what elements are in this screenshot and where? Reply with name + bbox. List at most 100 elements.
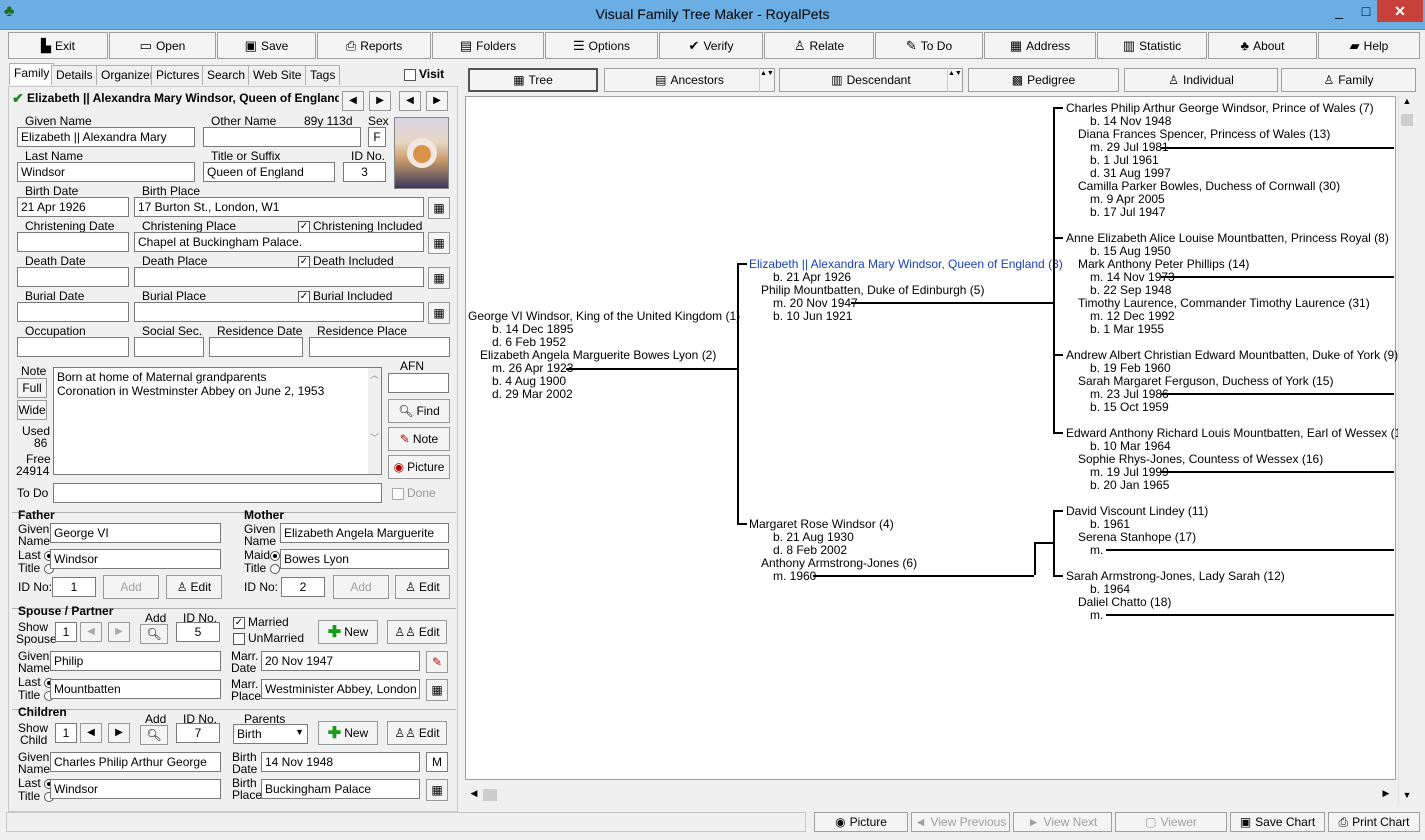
marriage-note-button[interactable]: ✎ [426, 651, 448, 673]
last-name-field[interactable]: Windsor [17, 162, 195, 182]
residence-date-field[interactable] [209, 337, 303, 357]
spouse-edit-button[interactable]: ♙♙ Edit [387, 620, 447, 644]
tree-entry[interactable]: Anne Elizabeth Alice Louise Mountbatten,… [1066, 231, 1389, 245]
mother-add-button[interactable]: Add [333, 575, 389, 599]
tab-pictures[interactable]: Pictures [151, 65, 205, 85]
help-toolbar-button[interactable]: ▰ Help [1318, 32, 1420, 59]
tab-tags[interactable]: Tags [305, 65, 341, 85]
christening-included-checkbox[interactable]: ✓ Christening Included [298, 219, 422, 233]
occupation-field[interactable] [17, 337, 129, 357]
marriage-place-source-button[interactable]: ▦ [426, 679, 448, 701]
mother-id-field[interactable]: 2 [281, 577, 325, 597]
sex-field[interactable]: F [368, 127, 386, 147]
view-next-button[interactable]: ► View Next [1013, 812, 1112, 832]
spouse-prev-button[interactable]: ◀ [80, 622, 102, 642]
tree-entry[interactable]: Timothy Laurence, Commander Timothy Laur… [1078, 296, 1370, 310]
mother-given-field[interactable]: Elizabeth Angela Marguerite [280, 523, 449, 543]
tree-entry[interactable]: Sarah Margaret Ferguson, Duchess of York… [1078, 374, 1333, 388]
child-given-field[interactable]: Charles Philip Arthur George [50, 752, 221, 772]
scroll-thumb[interactable] [1401, 114, 1413, 126]
birth-date-field[interactable]: 21 Apr 1926 [17, 197, 129, 217]
father-edit-button[interactable]: ♙ Edit [166, 575, 222, 599]
relate-toolbar-button[interactable]: ♙ Relate [764, 32, 874, 59]
burial-place-field[interactable] [134, 302, 424, 322]
history-forward-button[interactable]: ▶ [426, 91, 448, 111]
maximize-button[interactable]: □ [1352, 0, 1380, 22]
chart-tab-tree[interactable]: ▦ Tree [468, 68, 598, 92]
death-included-checkbox[interactable]: ✓ Death Included [298, 254, 394, 268]
father-title-radio[interactable]: Title [18, 561, 54, 575]
spouse-title-radio[interactable]: Title [18, 688, 54, 702]
death-place-field[interactable] [134, 267, 424, 287]
title-field[interactable]: Queen of England [203, 162, 335, 182]
todo-field[interactable] [53, 483, 382, 503]
tree-entry[interactable]: Diana Frances Spencer, Princess of Wales… [1078, 127, 1330, 141]
mother-last-field[interactable]: Bowes Lyon [280, 549, 449, 569]
about-toolbar-button[interactable]: ♣ About [1208, 32, 1317, 59]
father-given-field[interactable]: George VI [50, 523, 221, 543]
tree-entry[interactable]: Serena Stanhope (17) [1078, 530, 1196, 544]
tree-entry[interactable]: David Viscount Lindey (11) [1066, 504, 1208, 518]
chart-tab-spinner[interactable]: ▲▼ [759, 68, 774, 92]
burial-included-checkbox[interactable]: ✓ Burial Included [298, 289, 392, 303]
burial-date-field[interactable] [17, 302, 129, 322]
scroll-right-icon[interactable]: ▶ [1379, 788, 1393, 802]
tree-entry[interactable]: Anthony Armstrong-Jones (6) [761, 556, 917, 570]
christening-place-source-button[interactable]: ▦ [428, 232, 450, 254]
chart-tab-spinner[interactable]: ▲▼ [947, 68, 962, 92]
father-id-field[interactable]: 1 [52, 577, 96, 597]
scroll-down-icon[interactable]: ▼ [1399, 790, 1415, 806]
chart-tab-ancestors[interactable]: ▤ Ancestors [604, 68, 775, 92]
marriage-place-field[interactable]: Westminister Abbey, London [261, 679, 420, 699]
horizontal-scrollbar[interactable]: ◀ ▶ [465, 787, 1395, 804]
tree-entry[interactable]: Elizabeth Angela Marguerite Bowes Lyon (… [480, 348, 716, 362]
save-toolbar-button[interactable]: ▣ Save [217, 32, 316, 59]
view-previous-button[interactable]: ◄ View Previous [911, 812, 1010, 832]
mother-maid-radio[interactable]: Maid [244, 548, 281, 562]
tree-entry[interactable]: Sarah Armstrong-Jones, Lady Sarah (12) [1066, 569, 1285, 583]
tab-details[interactable]: Details [51, 65, 98, 85]
address-toolbar-button[interactable]: ▦ Address [984, 32, 1096, 59]
other-name-field[interactable] [203, 127, 361, 147]
child-id-field[interactable]: 7 [176, 723, 220, 743]
open-toolbar-button[interactable]: ▭ Open [109, 32, 216, 59]
history-back-button[interactable]: ◀ [399, 91, 421, 111]
hscroll-thumb[interactable] [483, 789, 497, 801]
done-checkbox[interactable]: Done [392, 486, 436, 500]
chart-tab-individual[interactable]: ♙ Individual [1124, 68, 1278, 92]
child-prev-button[interactable]: ◀ [80, 723, 102, 743]
note-button[interactable]: ✎ Note [388, 427, 450, 451]
note-scrollbar[interactable]: ︿ ﹀ [368, 368, 381, 474]
tree-entry[interactable]: Mark Anthony Peter Phillips (14) [1078, 257, 1249, 271]
married-checkbox[interactable]: ✓ Married [233, 615, 289, 629]
tree-entry[interactable]: Philip Mountbatten, Duke of Edinburgh (5… [761, 283, 984, 297]
child-show-field[interactable]: 1 [55, 723, 77, 743]
mother-title-radio[interactable]: Title [244, 561, 280, 575]
to-do-toolbar-button[interactable]: ✎ To Do [875, 32, 983, 59]
exit-toolbar-button[interactable]: ▙ Exit [8, 32, 108, 59]
prev-person-button[interactable]: ◀ [342, 91, 364, 111]
christening-place-field[interactable]: Chapel at Buckingham Palace. [134, 232, 424, 252]
tree-entry[interactable]: Andrew Albert Christian Edward Mountbatt… [1066, 348, 1398, 362]
death-place-source-button[interactable]: ▦ [428, 267, 450, 289]
spouse-last-radio[interactable]: Last [18, 675, 55, 689]
chart-tab-pedigree[interactable]: ▩ Pedigree [968, 68, 1119, 92]
close-button[interactable]: ✕ [1377, 0, 1423, 22]
marriage-date-field[interactable]: 20 Nov 1947 [261, 651, 420, 671]
child-last-radio[interactable]: Last [18, 776, 55, 790]
person-photo[interactable] [394, 117, 449, 189]
tree-entry[interactable]: Sophie Rhys-Jones, Countess of Wessex (1… [1078, 452, 1323, 466]
tree-entry[interactable]: Elizabeth || Alexandra Mary Windsor, Que… [749, 257, 1063, 271]
tree-entry[interactable]: Camilla Parker Bowles, Duchess of Cornwa… [1078, 179, 1340, 193]
christening-date-field[interactable] [17, 232, 129, 252]
tab-organizer[interactable]: Organizer [96, 65, 159, 85]
burial-place-source-button[interactable]: ▦ [428, 302, 450, 324]
residence-place-field[interactable] [309, 337, 450, 357]
tab-family[interactable]: Family [9, 63, 55, 85]
note-full-button[interactable]: Full [17, 378, 47, 398]
tree-entry[interactable]: Edward Anthony Richard Louis Mountbatten… [1066, 426, 1412, 440]
spouse-next-button[interactable]: ▶ [108, 622, 130, 642]
child-new-button[interactable]: ✚ New [318, 721, 378, 745]
given-name-field[interactable]: Elizabeth || Alexandra Mary [17, 127, 195, 147]
vertical-scrollbar[interactable]: ▲ ▼ [1398, 96, 1415, 806]
